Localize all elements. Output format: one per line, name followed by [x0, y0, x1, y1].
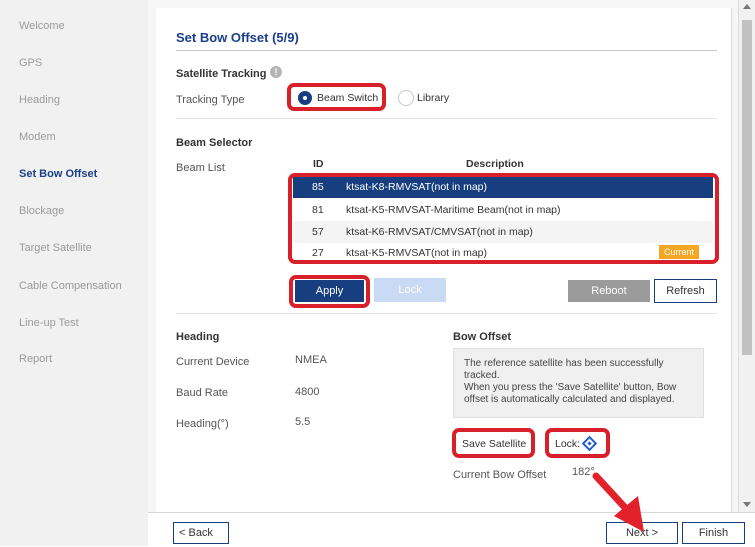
bow-offset-message-instructions: When you press the 'Save Satellite' butt… [464, 382, 677, 405]
apply-button[interactable]: Apply [295, 280, 364, 302]
highlight-beam-list [288, 173, 719, 264]
heading-degree-value: 5.5 [295, 416, 311, 428]
tracking-type-label: Tracking Type [176, 94, 245, 106]
sidebar-item-gps[interactable]: GPS [19, 57, 42, 69]
beam-switch-label[interactable]: Beam Switch [317, 92, 378, 104]
beam-list-label: Beam List [176, 162, 225, 174]
vertical-scrollbar[interactable] [738, 0, 755, 512]
current-device-label: Current Device [176, 356, 250, 368]
sidebar-item-welcome[interactable]: Welcome [19, 20, 65, 32]
sidebar-item-blockage[interactable]: Blockage [19, 205, 64, 217]
info-icon[interactable]: ! [270, 66, 282, 78]
radio-library[interactable] [398, 90, 414, 106]
baud-rate-value: 4800 [295, 386, 320, 398]
page-title: Set Bow Offset (5/9) [176, 30, 299, 45]
column-header-description: Description [466, 158, 524, 170]
heading-degree-label: Heading(°) [176, 418, 229, 430]
sidebar-item-set-bow-offset[interactable]: Set Bow Offset [19, 168, 97, 180]
lock-toggle-label[interactable]: Lock: [555, 438, 580, 450]
scroll-thumb[interactable] [742, 20, 752, 355]
sidebar-item-target-satellite[interactable]: Target Satellite [19, 242, 92, 254]
beam-selector-heading: Beam Selector [176, 137, 253, 149]
bow-offset-message-tracked: The reference satellite has been success… [464, 358, 664, 381]
sidebar-item-line-up-test[interactable]: Line-up Test [19, 317, 79, 329]
column-header-id: ID [313, 158, 324, 170]
beam-divider [176, 313, 717, 314]
sidebar-item-heading[interactable]: Heading [19, 94, 60, 106]
library-label[interactable]: Library [417, 92, 449, 104]
back-button[interactable]: < Back [173, 522, 229, 544]
baud-rate-label: Baud Rate [176, 387, 228, 399]
current-device-value: NMEA [295, 354, 327, 366]
save-satellite-button[interactable]: Save Satellite [462, 438, 526, 450]
bow-offset-heading: Bow Offset [453, 331, 512, 343]
refresh-button[interactable]: Refresh [654, 279, 717, 303]
finish-button[interactable]: Finish [682, 522, 745, 544]
heading-section-heading: Heading [176, 331, 220, 343]
scroll-down-icon[interactable] [743, 502, 751, 507]
current-bow-offset-label: Current Bow Offset [453, 469, 547, 481]
red-arrow-icon [592, 472, 644, 532]
reboot-button[interactable]: Reboot [568, 280, 650, 302]
radio-beam-switch[interactable] [298, 91, 312, 105]
lock-button[interactable]: Lock [374, 278, 446, 302]
satellite-tracking-heading: Satellite Tracking [176, 68, 267, 80]
bow-offset-message-box: The reference satellite has been success… [453, 348, 704, 418]
tracking-divider [176, 118, 717, 119]
sidebar-item-report[interactable]: Report [19, 353, 52, 365]
title-divider [176, 50, 717, 51]
sidebar: Welcome GPS Heading Modem Set Bow Offset… [0, 0, 149, 546]
sidebar-item-modem[interactable]: Modem [19, 131, 56, 143]
sidebar-item-cable-compensation[interactable]: Cable Compensation [19, 280, 122, 292]
scroll-up-icon[interactable] [743, 4, 751, 9]
